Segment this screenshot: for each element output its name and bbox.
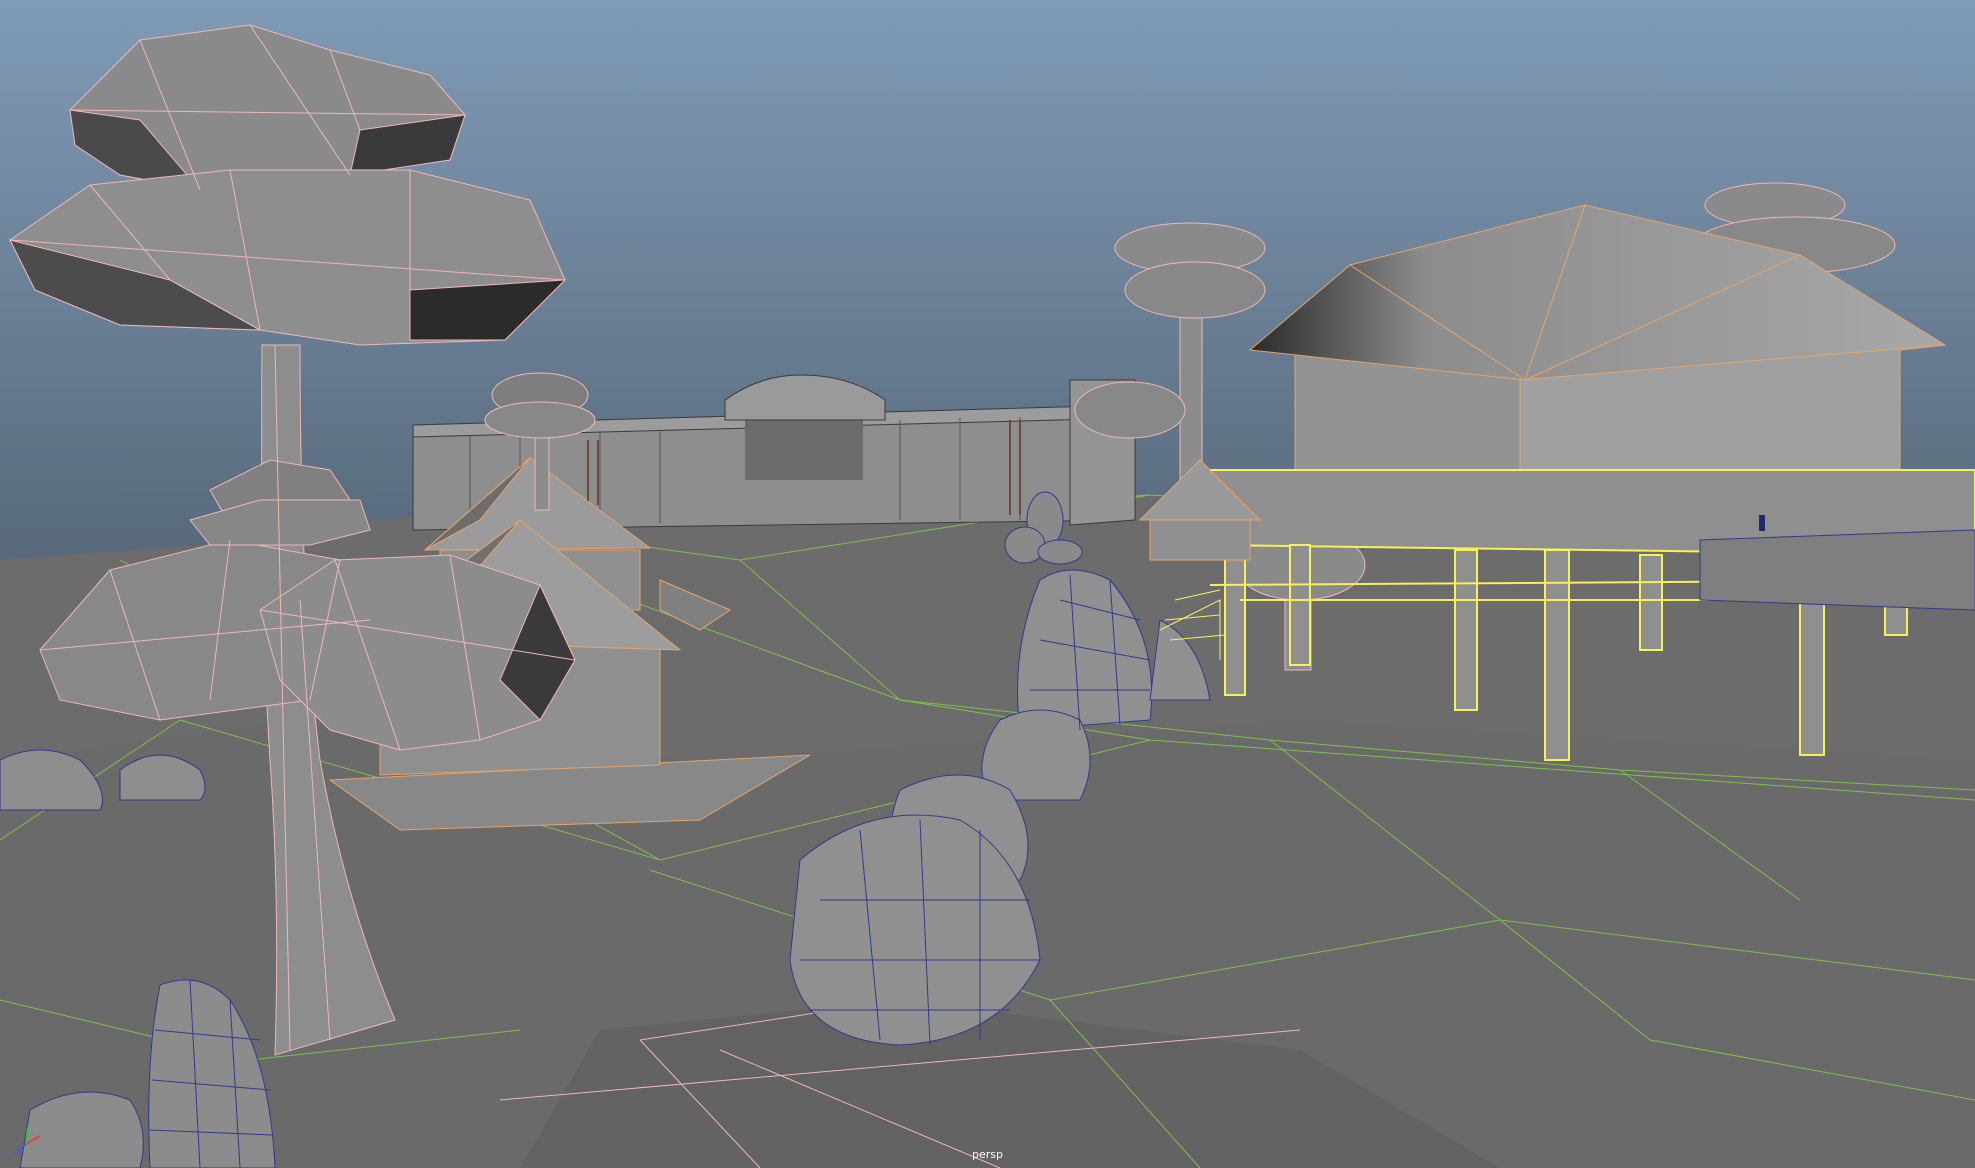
scene-canvas[interactable]: [0, 0, 1975, 1168]
camera-name-label: persp: [972, 1148, 1003, 1161]
axis-x-line: [25, 1135, 41, 1145]
axis-y-line: [25, 1127, 29, 1145]
character-figure[interactable]: [1759, 515, 1765, 531]
maya-viewport[interactable]: persp: [0, 0, 1975, 1168]
